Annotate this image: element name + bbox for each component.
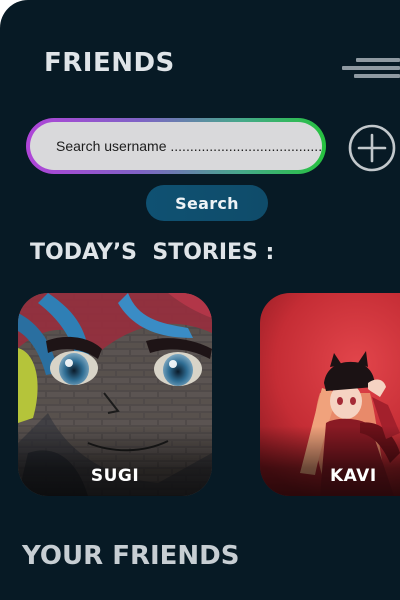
story-name: KAVI	[330, 466, 377, 486]
plus-circle-icon	[348, 124, 396, 172]
page-title: FRIENDS	[44, 48, 175, 78]
friends-heading: YOUR FRIENDS	[22, 541, 240, 571]
story-name: SUGI	[90, 466, 140, 486]
story-card-sugi[interactable]: SUGI	[18, 293, 212, 496]
hamburger-menu-icon[interactable]	[342, 56, 400, 80]
friends-screen: FRIENDS Search TODAY’S STORIES :	[0, 0, 400, 600]
menu-line	[356, 58, 400, 62]
search-field-border	[26, 118, 326, 174]
menu-line	[354, 74, 400, 78]
search-button[interactable]: Search	[146, 185, 268, 221]
story-card-kavi[interactable]: KAVI	[260, 293, 400, 496]
search-input[interactable]	[30, 122, 322, 170]
stories-heading: TODAY’S STORIES :	[30, 240, 275, 265]
menu-line	[342, 66, 400, 70]
add-friend-button[interactable]	[348, 124, 396, 172]
